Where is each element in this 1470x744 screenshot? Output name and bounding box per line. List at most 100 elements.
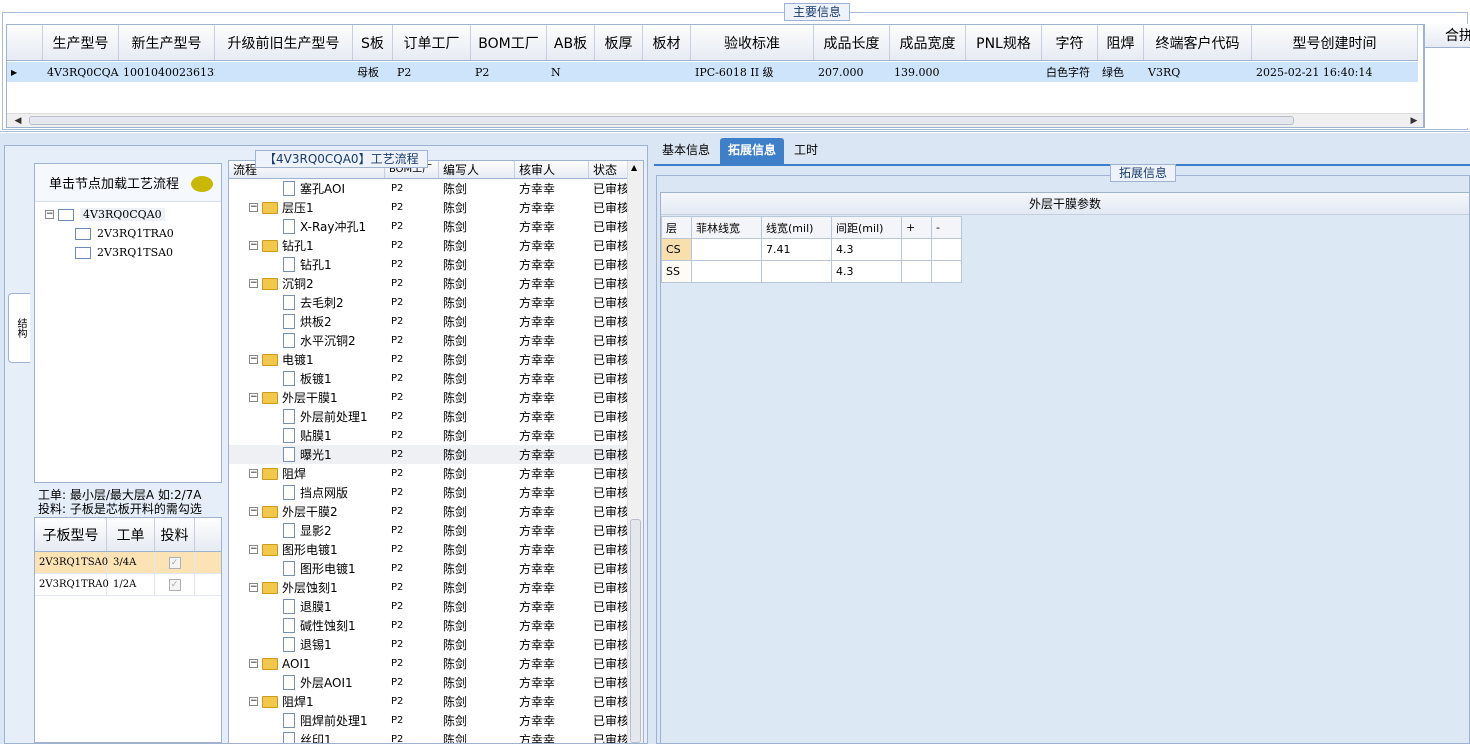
collapse-icon[interactable]: − <box>45 210 54 219</box>
flow-row[interactable]: 烘板2 P2 陈剑 方幸幸 已审核 <box>229 312 643 331</box>
flow-process-cell[interactable]: − 阻焊1 <box>229 692 385 711</box>
main-grid-hscrollbar[interactable]: ◀ ▶ <box>7 113 1423 127</box>
param-row[interactable]: CS 7.41 4.3 <box>661 238 962 261</box>
flow-process-cell[interactable]: − 外层蚀刻1 <box>229 578 385 597</box>
flow-row[interactable]: 钻孔1 P2 陈剑 方幸幸 已审核 <box>229 255 643 274</box>
flow-process-cell[interactable]: − AOI1 <box>229 654 385 673</box>
main-grid-col-header[interactable]: 订单工厂 <box>393 25 471 60</box>
collapse-icon[interactable]: − <box>249 659 258 668</box>
flow-row[interactable]: − 阻焊1 P2 陈剑 方幸幸 已审核 <box>229 692 643 711</box>
collapse-icon[interactable]: − <box>249 697 258 706</box>
main-grid-cell[interactable] <box>643 62 691 82</box>
flow-row[interactable]: − 外层干膜2 P2 陈剑 方幸幸 已审核 <box>229 502 643 521</box>
collapse-icon[interactable]: − <box>249 279 258 288</box>
flow-process-cell[interactable]: − 电镀1 <box>229 350 385 369</box>
main-grid-row[interactable]: ▶ 4V3RQ0CQA0 10010400236132 母板 P2 P2 N IPC-6018… <box>7 62 1418 82</box>
main-grid-col-header[interactable]: 板厚 <box>595 25 643 60</box>
main-grid-cell[interactable]: 母板 <box>353 62 393 82</box>
tab-extended-info[interactable]: 拓展信息 <box>720 138 785 164</box>
flow-process-cell[interactable]: 水平沉铜2 <box>229 331 385 350</box>
param-film-width[interactable] <box>691 238 762 261</box>
flow-process-cell[interactable]: 板镀1 <box>229 369 385 388</box>
flow-process-cell[interactable]: 烘板2 <box>229 312 385 331</box>
param-line-width[interactable] <box>761 260 832 283</box>
main-grid-col-header[interactable]: 型号创建时间 <box>1252 25 1418 60</box>
flow-process-cell[interactable]: − 图形电镀1 <box>229 540 385 559</box>
flow-row[interactable]: − 电镀1 P2 陈剑 方幸幸 已审核 <box>229 350 643 369</box>
flow-vscrollbar[interactable]: ▲ <box>627 161 643 743</box>
flow-row[interactable]: − 外层蚀刻1 P2 陈剑 方幸幸 已审核 <box>229 578 643 597</box>
collapse-icon[interactable]: − <box>249 393 258 402</box>
param-table[interactable]: 层 菲林线宽 线宽(mil) 间距(mil) + - CS 7.41 4.3 S… <box>661 216 962 283</box>
flow-process-cell[interactable]: 贴膜1 <box>229 426 385 445</box>
param-minus[interactable] <box>931 238 962 261</box>
flow-process-cell[interactable]: − 阻焊 <box>229 464 385 483</box>
flow-process-cell[interactable]: 碱性蚀刻1 <box>229 616 385 635</box>
main-grid-cell[interactable]: 10010400236132 <box>119 62 215 82</box>
main-grid-col-header[interactable]: PNL规格 <box>966 25 1042 60</box>
flow-process-cell[interactable]: 退锡1 <box>229 635 385 654</box>
main-grid-col-header[interactable]: 阻焊 <box>1098 25 1144 60</box>
main-grid-col-header[interactable]: 验收标准 <box>691 25 814 60</box>
main-grid-col-header[interactable]: S板 <box>353 25 393 60</box>
scroll-up-icon[interactable]: ▲ <box>631 163 637 172</box>
collapse-icon[interactable]: − <box>249 583 258 592</box>
main-grid-cell[interactable]: 2025-02-21 16:40:14 <box>1252 62 1418 82</box>
flow-process-cell[interactable]: 显影2 <box>229 521 385 540</box>
flow-process-cell[interactable]: − 外层干膜2 <box>229 502 385 521</box>
collapse-icon[interactable]: − <box>249 507 258 516</box>
tab-work-hours[interactable]: 工时 <box>786 138 826 164</box>
main-grid-cell[interactable]: 白色字符 <box>1042 62 1098 82</box>
param-film-width[interactable] <box>691 260 762 283</box>
flow-grid[interactable]: 流程 BOM工厂 编写人 核审人 状态 塞孔AOI P2 陈剑 方幸幸 已审核 − 层压1 P… <box>228 160 644 744</box>
flow-row[interactable]: − 钻孔1 P2 陈剑 方幸幸 已审核 <box>229 236 643 255</box>
structure-vertical-tab[interactable]: 结构 <box>8 293 30 363</box>
hscroll-thumb[interactable] <box>29 116 1294 125</box>
tree-node-child[interactable]: 2V3RQ1TRA0 <box>75 227 174 240</box>
tab-basic-info[interactable]: 基本信息 <box>654 138 718 164</box>
add-column-button[interactable]: + <box>901 216 932 239</box>
main-grid-cell[interactable]: 139.000 <box>890 62 966 82</box>
main-grid-cell[interactable] <box>215 62 353 82</box>
flow-col-reviewer[interactable]: 核审人 <box>515 161 589 178</box>
flow-process-cell[interactable]: 退膜1 <box>229 597 385 616</box>
flow-row[interactable]: 曝光1 P2 陈剑 方幸幸 已审核 <box>229 445 643 464</box>
feed-checkbox[interactable]: ✓ <box>168 556 181 569</box>
main-grid-col-header[interactable]: 终端客户代码 <box>1144 25 1252 60</box>
flow-col-status[interactable]: 状态 <box>589 161 629 178</box>
collapse-icon[interactable]: − <box>249 469 258 478</box>
main-grid-cell[interactable]: 207.000 <box>814 62 890 82</box>
flow-row[interactable]: 板镀1 P2 陈剑 方幸幸 已审核 <box>229 369 643 388</box>
main-grid-col-header[interactable]: 字符 <box>1042 25 1098 60</box>
main-grid-col-header[interactable]: 成品宽度 <box>890 25 966 60</box>
param-spacing[interactable]: 4.3 <box>831 238 902 261</box>
sub-grid-col-order[interactable]: 工单 <box>107 518 155 551</box>
param-minus[interactable] <box>931 260 962 283</box>
main-grid-col-header[interactable]: 成品长度 <box>814 25 890 60</box>
collapse-icon[interactable]: − <box>249 545 258 554</box>
main-grid-cell[interactable]: IPC-6018 II 级 <box>691 62 814 82</box>
flow-process-cell[interactable]: 去毛刺2 <box>229 293 385 312</box>
flow-process-cell[interactable]: 钻孔1 <box>229 255 385 274</box>
flow-row[interactable]: 塞孔AOI P2 陈剑 方幸幸 已审核 <box>229 179 643 198</box>
flow-row[interactable]: 退膜1 P2 陈剑 方幸幸 已审核 <box>229 597 643 616</box>
row-selector-icon[interactable]: ▶ <box>7 62 43 82</box>
speech-bubble-icon[interactable] <box>191 176 213 192</box>
main-grid-cell[interactable] <box>595 62 643 82</box>
sub-grid-col-model[interactable]: 子板型号 <box>35 518 107 551</box>
flow-process-cell[interactable]: − 层压1 <box>229 198 385 217</box>
main-grid-cell[interactable]: P2 <box>471 62 547 82</box>
sub-order[interactable]: 1/2A <box>107 574 155 595</box>
flow-process-cell[interactable]: 塞孔AOI <box>229 179 385 198</box>
structure-tree[interactable]: 单击节点加载工艺流程 − 4V3RQ0CQA0 2V3RQ1TRA0 2V3RQ… <box>34 163 222 483</box>
flow-row[interactable]: 退锡1 P2 陈剑 方幸幸 已审核 <box>229 635 643 654</box>
flow-process-cell[interactable]: 曝光1 <box>229 445 385 464</box>
sub-grid-col-feed[interactable]: 投料 <box>155 518 195 551</box>
tree-node-child[interactable]: 2V3RQ1TSA0 <box>75 246 173 259</box>
flow-row[interactable]: − 沉铜2 P2 陈剑 方幸幸 已审核 <box>229 274 643 293</box>
flow-process-cell[interactable]: X-Ray冲孔1 <box>229 217 385 236</box>
sub-order[interactable]: 3/4A <box>107 552 155 573</box>
vscroll-thumb[interactable] <box>630 519 641 743</box>
flow-process-cell[interactable]: 外层前处理1 <box>229 407 385 426</box>
flow-row[interactable]: 去毛刺2 P2 陈剑 方幸幸 已审核 <box>229 293 643 312</box>
